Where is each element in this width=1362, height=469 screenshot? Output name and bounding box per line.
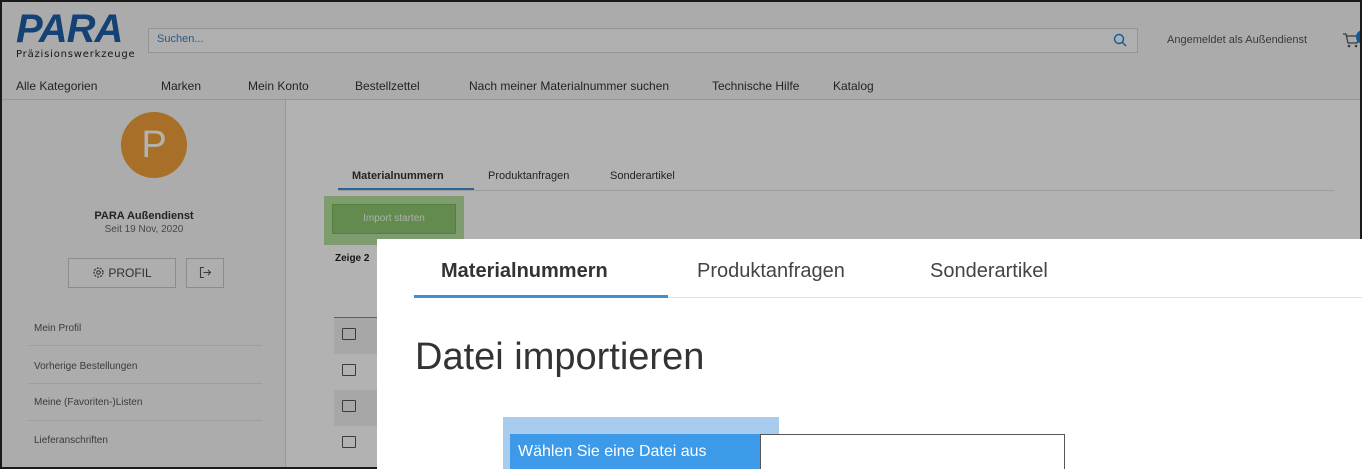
gear-icon (93, 267, 104, 278)
site-header: PARA Präzisionswerkzeuge Suchen... Angem… (2, 2, 1360, 72)
active-tab-indicator (338, 188, 474, 190)
image-icon (342, 436, 356, 448)
search-bar[interactable]: Suchen... (148, 28, 1138, 53)
nav-item-technical-help[interactable]: Technische Hilfe (712, 79, 799, 93)
show-entries-label: Zeige 2 (335, 253, 370, 264)
tab-special-items[interactable]: Sonderartikel (610, 170, 675, 182)
nav-item-catalog[interactable]: Katalog (833, 79, 874, 93)
sidebar-divider (28, 420, 262, 421)
profile-button-label: PROFIL (108, 266, 152, 280)
sidebar-link-my-profile[interactable]: Mein Profil (34, 323, 81, 334)
tab-divider (338, 190, 1334, 191)
login-status[interactable]: Angemeldet als Außendienst (1167, 34, 1307, 46)
sidebar-link-favorite-lists[interactable]: Meine (Favoriten-)Listen (34, 397, 142, 408)
logout-icon (199, 266, 211, 279)
image-icon (342, 328, 356, 340)
import-start-button[interactable]: Import starten (332, 204, 456, 234)
top-navigation: Alle Kategorien Marken Mein Konto Bestel… (2, 72, 1360, 100)
choose-file-button[interactable]: Wählen Sie eine Datei aus (510, 434, 760, 469)
nav-item-all-categories[interactable]: Alle Kategorien (16, 79, 97, 93)
sidebar-link-previous-orders[interactable]: Vorherige Bestellungen (34, 361, 137, 372)
zoomed-panel: Materialnummern Produktanfragen Sonderar… (377, 239, 1362, 469)
active-tab-indicator-zoomed (414, 295, 668, 298)
tab-product-requests-zoomed[interactable]: Produktanfragen (697, 260, 845, 283)
sidebar-divider (28, 345, 262, 346)
tab-product-requests[interactable]: Produktanfragen (488, 170, 569, 182)
profile-button[interactable]: PROFIL (68, 258, 176, 288)
user-name: PARA Außendienst (94, 210, 194, 222)
nav-item-order-sheet[interactable]: Bestellzettel (355, 79, 420, 93)
nav-item-my-account[interactable]: Mein Konto (248, 79, 309, 93)
logo-subtitle: Präzisionswerkzeuge (16, 49, 136, 60)
account-sidebar: P PARA Außendienst Seit 19 Nov, 2020 PRO… (2, 100, 286, 467)
nav-item-brands[interactable]: Marken (161, 79, 201, 93)
logo[interactable]: PARA Präzisionswerkzeuge (16, 7, 140, 66)
image-icon (342, 400, 356, 412)
file-name-field[interactable] (760, 434, 1065, 469)
sidebar-link-delivery-addresses[interactable]: Lieferanschriften (34, 435, 108, 446)
tab-special-items-zoomed[interactable]: Sonderartikel (930, 260, 1048, 283)
logout-button[interactable] (186, 258, 224, 288)
logo-text: PARA (16, 7, 123, 51)
search-icon[interactable] (1113, 33, 1127, 47)
search-input[interactable]: Suchen... (157, 33, 203, 45)
avatar: P (121, 112, 187, 178)
tab-material-numbers[interactable]: Materialnummern (352, 170, 444, 182)
nav-item-material-number-search[interactable]: Nach meiner Materialnummer suchen (469, 79, 669, 93)
sidebar-divider (28, 383, 262, 384)
image-icon (342, 364, 356, 376)
member-since: Seit 19 Nov, 2020 (104, 224, 184, 235)
tab-material-numbers-zoomed[interactable]: Materialnummern (441, 260, 608, 283)
page-title: Datei importieren (415, 336, 705, 378)
